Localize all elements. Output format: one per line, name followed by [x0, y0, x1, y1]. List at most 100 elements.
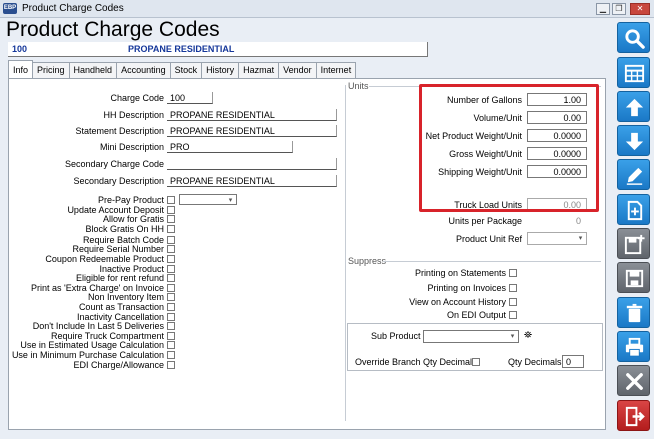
record-description: PROPANE RESIDENTIAL: [128, 44, 235, 54]
arrow-down-icon: [625, 132, 644, 151]
use-in-minimum-purchase-label: Use in Minimum Purchase Calculation: [11, 350, 164, 360]
eligible-for-rent-refund-checkbox[interactable]: [167, 274, 175, 282]
statement-description-input[interactable]: PROPANE RESIDENTIAL: [167, 125, 337, 137]
units-highlight-box: [419, 84, 599, 212]
record-header: 100 PROPANE RESIDENTIAL: [8, 42, 428, 57]
tab-bar: Info Pricing Handheld Accounting Stock H…: [8, 60, 357, 78]
non-inventory-item-label: Non Inventory Item: [87, 292, 164, 302]
update-account-deposit-checkbox[interactable]: [167, 206, 175, 214]
printing-on-statements-label: Printing on Statements: [414, 268, 506, 278]
close-button[interactable]: ✕: [630, 3, 650, 15]
sub-product-select[interactable]: ▾: [423, 330, 519, 343]
page-title: Product Charge Codes: [6, 18, 220, 41]
inactive-product-checkbox[interactable]: [167, 265, 175, 273]
print-as-extra-charge-checkbox[interactable]: [167, 284, 175, 292]
minimize-button[interactable]: ▁: [596, 3, 610, 15]
record-code: 100: [12, 44, 28, 54]
use-in-estimated-usage-checkbox[interactable]: [167, 341, 175, 349]
arrow-up-icon: [625, 98, 644, 117]
product-unit-ref-select[interactable]: ▾: [527, 232, 587, 245]
non-inventory-item-checkbox[interactable]: [167, 293, 175, 301]
delete-button[interactable]: [617, 297, 650, 328]
tab-hazmat[interactable]: Hazmat: [238, 62, 280, 78]
pre-pay-product-select[interactable]: ▾: [179, 194, 237, 205]
override-branch-qty-decimals-checkbox[interactable]: [472, 358, 480, 366]
binoculars-icon[interactable]: ⛯: [522, 330, 534, 342]
new-record-button[interactable]: [617, 194, 650, 225]
use-in-minimum-purchase-checkbox[interactable]: [167, 351, 175, 359]
printing-on-invoices-checkbox[interactable]: [509, 284, 517, 292]
count-as-transaction-label: Count as Transaction: [78, 302, 164, 312]
inactivity-cancellation-checkbox[interactable]: [167, 313, 175, 321]
suppress-section-title: Suppress: [348, 256, 387, 266]
trash-icon: [626, 303, 643, 323]
exit-button[interactable]: [617, 400, 650, 431]
secondary-description-input[interactable]: PROPANE RESIDENTIAL: [167, 175, 337, 187]
edit-button[interactable]: [617, 159, 650, 190]
tab-history[interactable]: History: [201, 62, 240, 78]
block-gratis-on-hh-label: Block Gratis On HH: [85, 224, 164, 234]
cancel-icon: [626, 373, 643, 390]
qty-decimals-label: Qty Decimals: [508, 357, 562, 367]
hh-description-input[interactable]: PROPANE RESIDENTIAL: [167, 109, 337, 121]
print-button[interactable]: [617, 331, 650, 362]
edi-charge-allowance-checkbox[interactable]: [167, 361, 175, 369]
sub-product-label: Sub Product: [371, 331, 421, 341]
title-bar: EBP Product Charge Codes ▁ ❐ ✕: [0, 0, 654, 18]
hh-description-label: HH Description: [103, 110, 164, 120]
tab-info[interactable]: Info: [8, 60, 34, 78]
secondary-charge-code-label: Secondary Charge Code: [64, 159, 164, 169]
charge-code-label: Charge Code: [110, 93, 164, 103]
secondary-charge-code-input[interactable]: [167, 158, 337, 170]
tab-internet[interactable]: Internet: [315, 62, 357, 78]
allow-for-gratis-checkbox[interactable]: [167, 215, 175, 223]
mini-description-label: Mini Description: [99, 142, 164, 152]
charge-code-input[interactable]: 100: [167, 92, 213, 104]
statement-description-label: Statement Description: [75, 126, 164, 136]
new-document-icon: [627, 200, 643, 221]
previous-record-button[interactable]: [617, 91, 650, 122]
require-batch-code-checkbox[interactable]: [167, 236, 175, 244]
edit-icon: [626, 167, 643, 185]
eligible-for-rent-refund-label: Eligible for rent refund: [75, 273, 164, 283]
count-as-transaction-checkbox[interactable]: [167, 303, 175, 311]
chevron-down-icon: ▾: [228, 197, 233, 204]
coupon-redeemable-product-checkbox[interactable]: [167, 255, 175, 263]
save-button[interactable]: [617, 262, 650, 293]
tab-stock[interactable]: Stock: [169, 62, 203, 78]
maximize-button[interactable]: ❐: [612, 3, 626, 15]
search-button[interactable]: [617, 22, 650, 53]
column-divider: [345, 85, 346, 421]
mini-description-input[interactable]: PRO: [167, 141, 293, 153]
edi-charge-allowance-label: EDI Charge/Allowance: [73, 360, 164, 370]
printing-on-statements-checkbox[interactable]: [509, 269, 517, 277]
tab-pricing[interactable]: Pricing: [32, 62, 70, 78]
action-toolbar: [617, 22, 651, 436]
secondary-description-label: Secondary Description: [73, 176, 164, 186]
units-section-title: Units: [348, 81, 369, 91]
cancel-button[interactable]: [617, 365, 650, 396]
suppress-section-line: [383, 261, 601, 262]
exit-icon: [625, 406, 645, 427]
on-edi-output-checkbox[interactable]: [509, 311, 517, 319]
tab-handheld[interactable]: Handheld: [68, 62, 118, 78]
grid-view-button[interactable]: [617, 57, 650, 88]
tab-accounting[interactable]: Accounting: [116, 62, 171, 78]
require-serial-number-checkbox[interactable]: [167, 245, 175, 253]
grid-icon: [624, 64, 645, 83]
dont-include-last-5-checkbox[interactable]: [167, 322, 175, 330]
dont-include-last-5-label: Don't Include In Last 5 Deliveries: [32, 321, 164, 331]
next-record-button[interactable]: [617, 125, 650, 156]
pre-pay-product-checkbox[interactable]: [167, 196, 175, 204]
coupon-redeemable-product-label: Coupon Redeemable Product: [45, 254, 164, 264]
view-on-account-history-checkbox[interactable]: [509, 298, 517, 306]
save-and-new-button[interactable]: [617, 228, 650, 259]
require-truck-compartment-checkbox[interactable]: [167, 332, 175, 340]
save-icon: [625, 269, 644, 288]
print-icon: [625, 337, 644, 357]
save-new-icon: [624, 234, 645, 255]
qty-decimals-spinner[interactable]: 0: [562, 355, 584, 368]
block-gratis-on-hh-checkbox[interactable]: [167, 225, 175, 233]
tab-vendor[interactable]: Vendor: [278, 62, 317, 78]
on-edi-output-label: On EDI Output: [446, 310, 506, 320]
